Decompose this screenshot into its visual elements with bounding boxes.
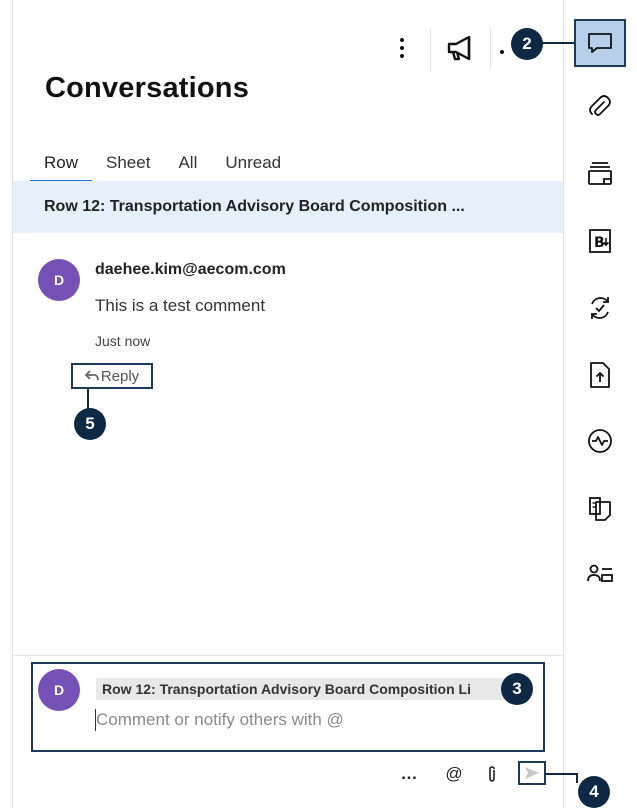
more-tools-button[interactable]: … — [398, 764, 420, 784]
toolbar-separator — [430, 28, 431, 70]
sidebar-item-conversations[interactable] — [574, 19, 626, 67]
sidebar-item-attachments[interactable] — [574, 84, 626, 130]
comment-author: daehee.kim@aecom.com — [95, 261, 286, 278]
sidebar-item-brandfolder[interactable]: B — [574, 218, 626, 264]
tab-row[interactable]: Row — [30, 150, 93, 183]
at-icon: @ — [445, 764, 463, 783]
activity-icon — [588, 429, 612, 453]
tab-unread[interactable]: Unread — [211, 150, 295, 180]
megaphone-icon — [447, 35, 471, 61]
callout-4: 4 — [578, 776, 610, 808]
update-requests-icon — [591, 297, 609, 319]
mention-button[interactable]: @ — [444, 764, 464, 784]
comment-input[interactable] — [96, 708, 526, 732]
file-upload-icon — [590, 362, 610, 388]
callout-3: 3 — [501, 673, 533, 705]
sidebar-item-summary[interactable] — [574, 552, 626, 598]
more-options-button[interactable] — [392, 34, 412, 62]
sidebar-item-layers[interactable] — [574, 150, 626, 196]
dot-icon — [500, 50, 504, 54]
toolbar-separator — [490, 28, 491, 70]
send-button[interactable] — [518, 761, 546, 785]
row-banner-title: Row 12: Transportation Advisory Board Co… — [44, 198, 465, 215]
callout-line — [540, 42, 574, 44]
sidebar-item-proofs[interactable] — [574, 485, 626, 531]
attach-button[interactable] — [484, 764, 500, 784]
panel-title: Conversations — [45, 72, 250, 104]
callout-line — [545, 773, 577, 775]
composer-row-reference: Row 12: Transportation Advisory Board Co… — [96, 678, 512, 700]
kebab-icon — [400, 36, 404, 60]
send-icon — [525, 767, 539, 779]
conversation-tabs: Row Sheet All Unread — [30, 150, 295, 183]
reply-button[interactable]: Reply — [71, 363, 153, 389]
text-caret — [95, 709, 96, 731]
callout-line — [87, 389, 89, 409]
callout-5: 5 — [74, 408, 106, 440]
comment-timestamp: Just now — [95, 333, 151, 349]
proofs-icon — [589, 497, 611, 521]
composer-separator — [13, 655, 563, 656]
sidebar-divider — [563, 0, 564, 808]
sidebar-item-file-upload[interactable] — [574, 352, 626, 398]
tab-all[interactable]: All — [164, 150, 211, 180]
paperclip-icon — [589, 95, 611, 116]
layers-icon — [588, 162, 612, 185]
tab-sheet[interactable]: Sheet — [92, 150, 164, 180]
summary-icon — [587, 564, 613, 582]
sidebar-item-update-requests[interactable] — [574, 285, 626, 331]
comment-body: This is a test comment — [95, 296, 266, 315]
frame-border — [12, 0, 13, 808]
more-icon: … — [400, 764, 418, 783]
avatar: D — [38, 259, 80, 301]
callout-line — [576, 773, 578, 783]
sidebar-item-activity[interactable] — [574, 418, 626, 464]
reply-arrow-icon — [84, 370, 99, 381]
brandfolder-icon: B — [589, 229, 611, 253]
paperclip-icon — [489, 766, 495, 782]
comment-composer[interactable] — [31, 662, 545, 752]
comment-icon — [588, 33, 612, 53]
reply-label: Reply — [100, 367, 140, 385]
callout-2: 2 — [511, 28, 543, 60]
announcement-button[interactable] — [444, 32, 478, 64]
composer-avatar: D — [38, 669, 80, 711]
